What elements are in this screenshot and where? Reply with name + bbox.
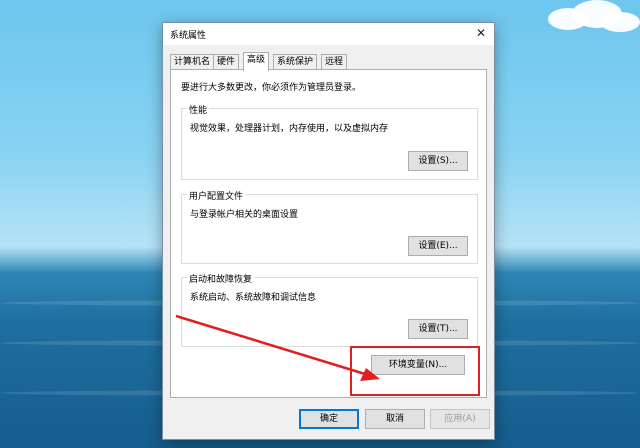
tab-computer-name[interactable]: 计算机名	[170, 54, 215, 70]
admin-notice: 要进行大多数更改，你必须作为管理员登录。	[181, 83, 362, 93]
window-title: 系统属性	[170, 31, 207, 41]
tab-system-protection[interactable]: 系统保护	[273, 54, 318, 70]
system-properties-dialog: 系统属性 ✕ 计算机名 硬件 高级 系统保护 远程 要进行大多数更改，你必须作为…	[162, 22, 495, 440]
cancel-button[interactable]: 取消	[365, 409, 425, 429]
startup-recovery-group: 启动和故障恢复 系统启动、系统故障和调试信息 设置(T)...	[181, 272, 478, 347]
user-profiles-settings-button[interactable]: 设置(E)...	[408, 236, 468, 256]
group-title: 启动和故障恢复	[187, 272, 255, 285]
group-title: 性能	[187, 103, 210, 116]
close-icon[interactable]: ✕	[474, 26, 488, 40]
ok-button[interactable]: 确定	[299, 409, 359, 429]
tab-advanced[interactable]: 高级	[243, 52, 270, 71]
environment-variables-button[interactable]: 环境变量(N)...	[371, 355, 465, 375]
cloud	[600, 12, 640, 32]
tab-remote[interactable]: 远程	[321, 54, 348, 70]
advanced-panel: 要进行大多数更改，你必须作为管理员登录。 性能 视觉效果，处理器计划，内存使用，…	[170, 69, 487, 398]
title-bar: 系统属性 ✕	[163, 23, 494, 45]
group-description: 系统启动、系统故障和调试信息	[190, 293, 317, 303]
group-title: 用户配置文件	[187, 189, 246, 202]
group-description: 视觉效果，处理器计划，内存使用，以及虚拟内存	[190, 124, 389, 134]
user-profiles-group: 用户配置文件 与登录帐户相关的桌面设置 设置(E)...	[181, 189, 478, 264]
performance-settings-button[interactable]: 设置(S)...	[408, 151, 468, 171]
tab-hardware[interactable]: 硬件	[213, 54, 240, 70]
apply-button[interactable]: 应用(A)	[430, 409, 490, 429]
group-description: 与登录帐户相关的桌面设置	[190, 210, 299, 220]
startup-recovery-settings-button[interactable]: 设置(T)...	[408, 319, 468, 339]
performance-group: 性能 视觉效果，处理器计划，内存使用，以及虚拟内存 设置(S)...	[181, 103, 478, 180]
